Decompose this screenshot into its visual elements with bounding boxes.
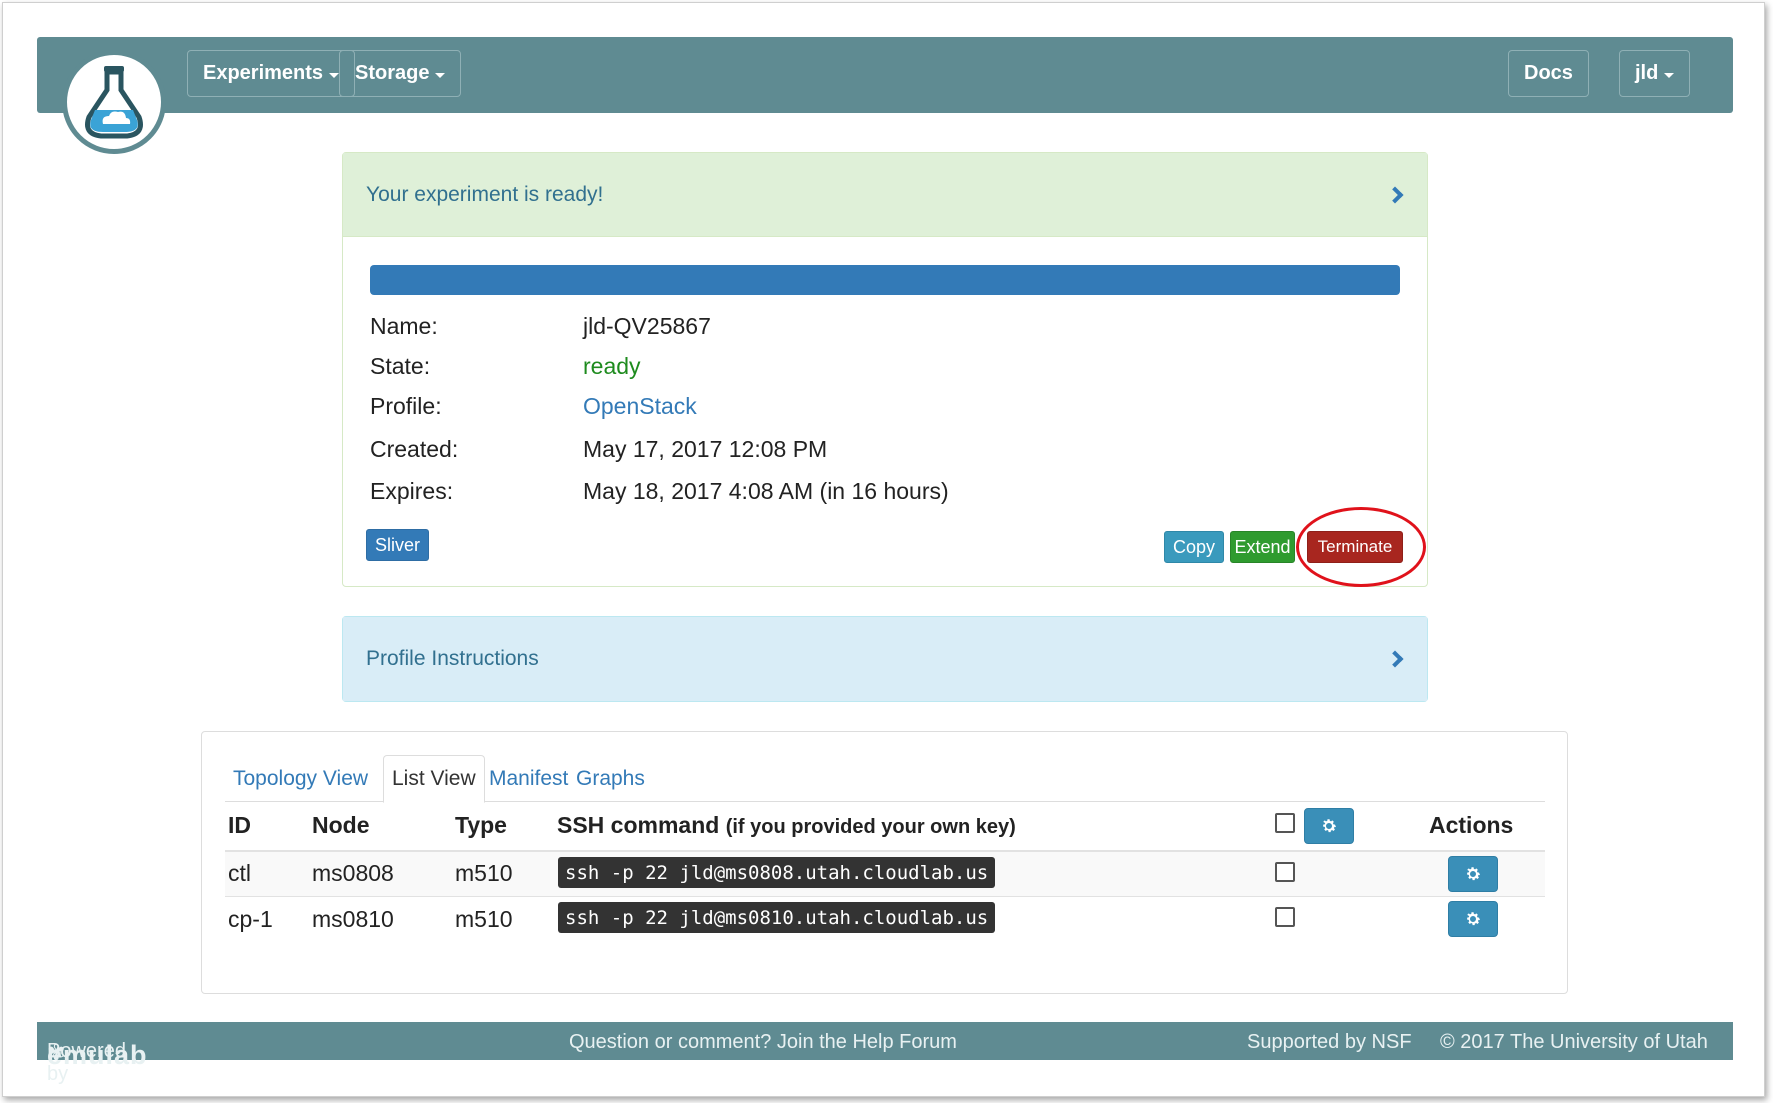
experiment-status-heading[interactable]: Your experiment is ready! <box>343 153 1427 237</box>
expires-row: Expires: May 18, 2017 4:08 AM (in 16 hou… <box>370 478 949 505</box>
created-row: Created: May 17, 2017 12:08 PM <box>370 436 827 463</box>
emulab-logo[interactable]: emulab <box>47 1040 148 1071</box>
flask-icon <box>85 66 143 139</box>
chevron-down-icon <box>1664 72 1675 78</box>
expires-value: May 18, 2017 4:08 AM (in 16 hours) <box>583 478 949 504</box>
created-value: May 17, 2017 12:08 PM <box>583 436 828 462</box>
copyright-text: © 2017 The University of Utah <box>1440 1031 1708 1053</box>
name-label: Name: <box>370 313 438 339</box>
row-divider <box>225 896 1545 897</box>
extend-button[interactable]: Extend <box>1230 531 1295 563</box>
select-all-checkbox[interactable] <box>1275 813 1295 833</box>
user-menu-label: jld <box>1635 62 1659 84</box>
docs-button[interactable]: Docs <box>1508 50 1589 97</box>
profile-instructions-heading[interactable]: Profile Instructions <box>343 617 1427 701</box>
help-forum-link[interactable]: Question or comment? Join the Help Forum <box>569 1031 957 1054</box>
chevron-down-icon <box>435 72 446 78</box>
row-id: cp-1 <box>228 906 273 932</box>
column-header-actions: Actions <box>1429 812 1514 838</box>
ssh-header-label: SSH command <box>557 812 720 838</box>
gear-icon <box>1323 819 1337 833</box>
page-footer: Powered by ✾ emulab Question or comment? … <box>37 1022 1733 1085</box>
name-value: jld-QV25867 <box>583 313 711 339</box>
storage-menu-label: Storage <box>355 62 430 84</box>
profile-row: Profile: OpenStack <box>370 393 697 420</box>
cloudlab-logo[interactable] <box>62 50 166 154</box>
nsf-support-link[interactable]: Supported by NSF <box>1247 1031 1412 1054</box>
profile-link[interactable]: OpenStack <box>583 393 697 420</box>
row-type: m510 <box>455 906 513 932</box>
experiments-menu-button[interactable]: Experiments <box>187 50 356 97</box>
row-actions-button[interactable] <box>1448 901 1498 937</box>
node-list-panel: Topology View List View Manifest Graphs … <box>201 731 1568 994</box>
ssh-command[interactable]: ssh -p 22 jld@ms0808.utah.cloudlab.us <box>558 857 996 888</box>
row-node: ms0808 <box>312 860 394 886</box>
view-tabs: Topology View List View Manifest Graphs <box>225 755 1545 803</box>
progress-bar <box>370 265 1400 295</box>
profile-instructions-panel: Profile Instructions <box>342 616 1428 702</box>
storage-menu-button[interactable]: Storage <box>339 50 462 97</box>
profile-label: Profile: <box>370 393 442 419</box>
column-header-node: Node <box>312 812 370 838</box>
column-header-id: ID <box>228 812 251 838</box>
top-navbar: Experiments Storage Docs jld <box>37 37 1733 113</box>
profile-instructions-title: Profile Instructions <box>366 647 539 670</box>
tab-manifest[interactable]: Manifest <box>481 755 576 802</box>
terminate-highlight-annotation <box>1296 507 1426 587</box>
copy-button[interactable]: Copy <box>1164 531 1224 563</box>
row-type: m510 <box>455 860 513 886</box>
row-select-checkbox[interactable] <box>1275 907 1295 927</box>
name-row: Name: jld-QV25867 <box>370 313 711 340</box>
docs-label: Docs <box>1524 62 1573 84</box>
bulk-actions-button[interactable] <box>1304 808 1354 844</box>
tab-list-view[interactable]: List View <box>383 755 485 803</box>
gear-icon <box>1467 867 1481 881</box>
column-header-type: Type <box>455 812 507 838</box>
column-header-ssh: SSH command (if you provided your own ke… <box>557 812 1016 839</box>
tab-topology-view[interactable]: Topology View <box>225 755 376 802</box>
chevron-right-icon[interactable] <box>1386 650 1404 668</box>
state-label: State: <box>370 353 431 379</box>
chevron-right-icon[interactable] <box>1386 186 1404 203</box>
gear-icon <box>1467 912 1481 926</box>
ssh-header-note: (if you provided your own key) <box>725 816 1016 838</box>
experiments-menu-label: Experiments <box>203 62 324 84</box>
row-select-checkbox[interactable] <box>1275 862 1295 882</box>
row-node: ms0810 <box>312 906 394 932</box>
created-label: Created: <box>370 436 459 462</box>
ssh-command[interactable]: ssh -p 22 jld@ms0810.utah.cloudlab.us <box>558 902 996 933</box>
expires-label: Expires: <box>370 478 454 504</box>
experiment-ready-text: Your experiment is ready! <box>366 182 604 206</box>
sliver-button[interactable]: Sliver <box>366 529 429 561</box>
chevron-down-icon <box>329 72 340 78</box>
row-actions-button[interactable] <box>1448 856 1498 892</box>
experiment-status-panel: Your experiment is ready! Name: jld-QV25… <box>342 152 1428 587</box>
tab-graphs[interactable]: Graphs <box>568 755 653 802</box>
row-id: ctl <box>228 860 251 886</box>
user-menu-button[interactable]: jld <box>1619 50 1691 97</box>
state-value: ready <box>583 353 641 379</box>
state-row: State: ready <box>370 353 641 380</box>
